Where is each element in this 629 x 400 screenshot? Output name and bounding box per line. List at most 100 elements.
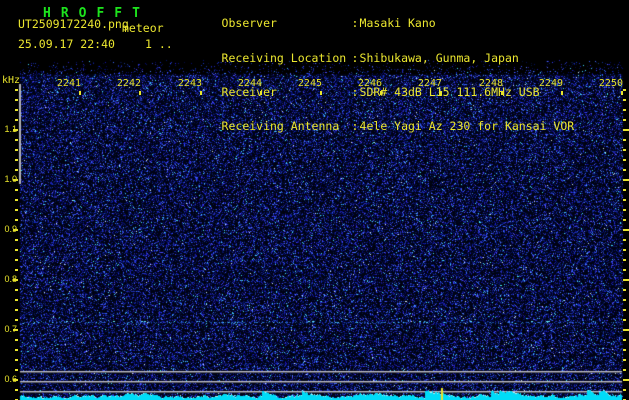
station-info: Observer:Masaki Kano Receiving Location:…	[180, 7, 575, 144]
y-axis-tick-right	[623, 279, 629, 281]
echo-count: 1 ..	[145, 37, 173, 51]
y-axis-tick-left	[15, 139, 18, 141]
y-axis-tick-left	[15, 269, 18, 271]
datetime: 25.09.17 22:40	[18, 37, 115, 51]
y-axis-tick-left	[15, 209, 18, 211]
x-axis-tick	[79, 91, 81, 95]
y-axis-tick-left	[13, 129, 18, 131]
x-axis-tick	[561, 91, 563, 95]
y-axis-tick-right	[623, 99, 626, 101]
y-axis-tick-left	[15, 359, 18, 361]
y-axis-tick-left	[13, 379, 18, 381]
y-axis-tick-left	[15, 219, 18, 221]
y-axis-tick-right	[623, 169, 626, 171]
x-tick-label: 2245	[297, 78, 322, 89]
info-value: SDR# 43dB L15 111.6MHz USB	[359, 84, 540, 99]
y-axis-tick-left	[15, 249, 18, 251]
y-axis-tick-right	[623, 199, 626, 201]
y-axis-tick-right	[623, 269, 626, 271]
x-axis-tick	[139, 91, 141, 95]
y-axis-tick-right	[623, 179, 629, 181]
info-colon: :	[351, 50, 359, 65]
info-label: Receiving Location	[221, 50, 347, 65]
y-axis-tick-left	[15, 169, 18, 171]
y-axis-tick-right	[623, 389, 626, 391]
y-axis-tick-left	[13, 229, 18, 231]
y-axis-tick-right	[623, 89, 626, 91]
y-axis-tick-right	[623, 319, 626, 321]
y-axis-tick-right	[623, 209, 626, 211]
x-tick-label: 2250	[598, 78, 623, 89]
y-axis-tick-left	[13, 279, 18, 281]
info-value: 4ele Yagi Az 230 for Kansai VOR	[359, 119, 575, 134]
info-value: Shibukawa, Gunma, Japan	[359, 50, 519, 65]
y-axis-tick-right	[623, 239, 626, 241]
x-axis-tick	[200, 91, 202, 95]
y-axis-tick-left	[15, 389, 18, 391]
hrofft-screen: HROFFT UT2509172240.png meteor 25.09.17 …	[0, 0, 629, 400]
y-axis-tick-right	[623, 289, 626, 291]
x-axis-tick	[501, 91, 503, 95]
info-label: Receiving Antenna	[221, 119, 340, 134]
y-axis-tick-left	[15, 89, 18, 91]
x-tick-label: 2243	[177, 78, 202, 89]
filename: UT2509172240.png	[18, 17, 129, 31]
y-axis-tick-right	[623, 309, 626, 311]
y-axis-tick-left	[15, 119, 18, 121]
x-tick-label: 2248	[478, 78, 503, 89]
y-axis-tick-left	[13, 329, 18, 331]
y-axis-tick-left	[15, 299, 18, 301]
y-axis-tick-left	[15, 199, 18, 201]
x-axis-tick	[440, 91, 442, 95]
y-axis-tick-left	[15, 339, 18, 341]
y-axis-tick-left	[15, 149, 18, 151]
info-value: Masaki Kano	[359, 16, 436, 31]
x-tick-label: 2249	[538, 78, 563, 89]
y-axis-tick-left	[15, 309, 18, 311]
y-axis-tick-right	[623, 109, 626, 111]
info-colon: :	[351, 16, 359, 31]
y-axis-tick-left	[15, 189, 18, 191]
y-axis-tick-right	[623, 369, 626, 371]
y-axis-tick-right	[623, 249, 626, 251]
x-axis-tick	[380, 91, 382, 95]
y-axis-tick-left	[15, 369, 18, 371]
y-axis-tick-right	[623, 339, 626, 341]
info-row-location: Receiving Location:Shibukawa, Gunma, Jap…	[180, 41, 574, 75]
x-tick-label: 2242	[116, 78, 141, 89]
y-axis-tick-left	[15, 289, 18, 291]
y-axis-tick-left	[15, 159, 18, 161]
y-axis-tick-left	[15, 99, 18, 101]
y-axis-tick-left	[15, 239, 18, 241]
info-row-antenna: Receiving Antenna:4ele Yagi Az 230 for K…	[180, 110, 575, 144]
y-axis-tick-right	[623, 139, 626, 141]
y-axis-tick-right	[623, 149, 626, 151]
y-axis-tick-right	[623, 379, 629, 381]
x-tick-label: 2246	[357, 78, 382, 89]
x-axis-tick	[621, 91, 623, 95]
y-axis-tick-right	[623, 329, 629, 331]
info-colon: :	[351, 119, 359, 134]
y-axis-tick-left	[15, 109, 18, 111]
x-axis-tick	[260, 91, 262, 95]
y-axis-tick-right	[623, 159, 626, 161]
y-axis-tick-right	[623, 359, 626, 361]
y-axis-tick-right	[623, 189, 626, 191]
y-axis-tick-left	[15, 259, 18, 261]
meteor-label: meteor	[122, 21, 164, 35]
y-axis-tick-right	[623, 259, 626, 261]
info-label: Observer	[221, 16, 277, 31]
y-axis-tick-right	[623, 229, 629, 231]
y-axis-tick-left	[13, 179, 18, 181]
x-tick-label: 2241	[56, 78, 81, 89]
y-axis-tick-right	[623, 129, 629, 131]
x-axis-tick	[320, 91, 322, 95]
y-axis-tick-right	[623, 119, 626, 121]
y-axis-tick-left	[15, 319, 18, 321]
y-axis-tick-right	[623, 219, 626, 221]
y-axis-tick-right	[623, 349, 626, 351]
y-axis-tick-left	[15, 349, 18, 351]
x-tick-label: 2244	[237, 78, 262, 89]
y-axis-unit: kHz	[2, 75, 21, 86]
y-axis-tick-right	[623, 299, 626, 301]
